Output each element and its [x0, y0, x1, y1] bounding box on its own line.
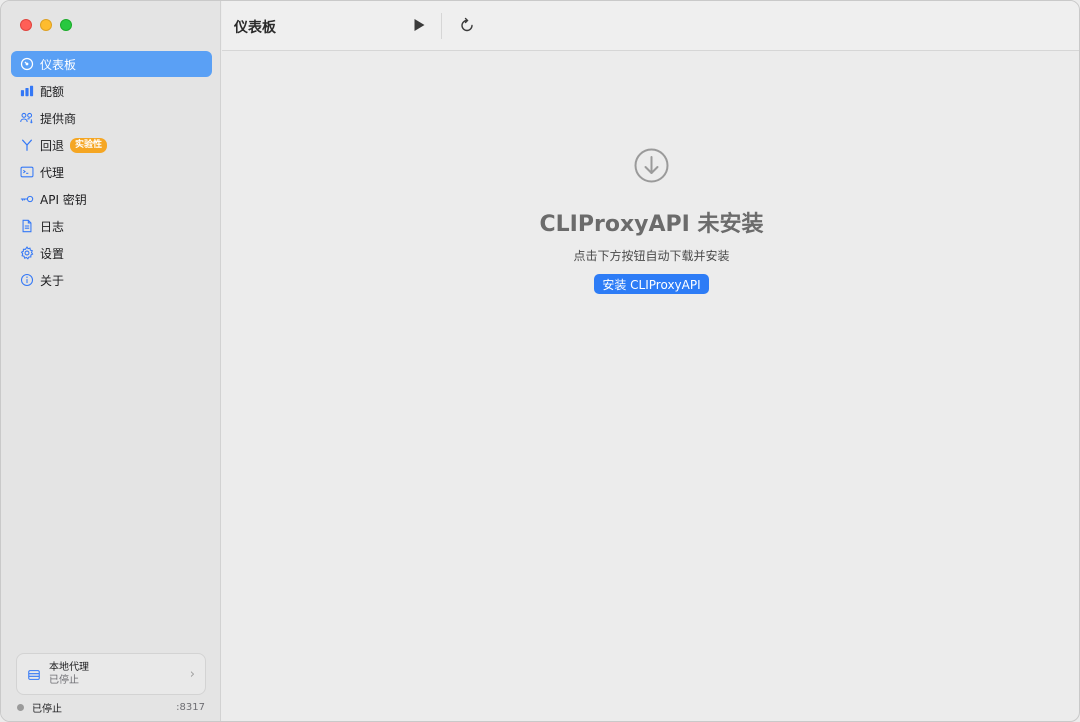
terminal-icon	[19, 164, 35, 180]
proxy-port: :8317	[176, 701, 205, 713]
not-installed-subtitle: 点击下方按钮自动下载并安装	[573, 249, 730, 263]
chevron-right-icon: ›	[189, 667, 195, 682]
sidebar-item-about[interactable]: 关于	[11, 267, 212, 293]
proxy-status-text: 已停止	[32, 703, 62, 715]
not-installed-title: CLIProxyAPI 未安装	[539, 212, 764, 237]
close-window-button[interactable]	[20, 19, 32, 31]
play-icon[interactable]	[410, 16, 428, 34]
page-title: 仪表板	[234, 20, 276, 36]
sidebar-item-label: 代理	[40, 165, 65, 180]
sidebar-item-dashboard[interactable]: 仪表板	[11, 51, 212, 77]
sidebar-item-label: 回退	[40, 138, 65, 153]
app-window: 仪表板 配额 提供商 回退 实验性 代理 API 密钥 日志 设置 关于 本地代…	[0, 0, 1080, 722]
minimize-window-button[interactable]	[40, 19, 52, 31]
document-icon	[19, 218, 35, 234]
gear-icon	[19, 245, 35, 261]
gauge-icon	[19, 56, 35, 72]
sidebar-nav: 仪表板 配额 提供商 回退 实验性 代理 API 密钥 日志 设置 关于	[11, 51, 212, 294]
server-icon	[27, 667, 41, 681]
key-icon	[19, 191, 35, 207]
sidebar-item-api-keys[interactable]: API 密钥	[11, 186, 212, 212]
sidebar: 仪表板 配额 提供商 回退 实验性 代理 API 密钥 日志 设置 关于 本地代…	[1, 1, 221, 721]
sidebar-item-logs[interactable]: 日志	[11, 213, 212, 239]
sidebar-item-providers[interactable]: 提供商	[11, 105, 212, 131]
toolbar: 仪表板	[222, 1, 1079, 51]
sidebar-item-label: 提供商	[40, 111, 77, 126]
sidebar-item-label: 关于	[40, 273, 65, 288]
bar-chart-icon	[19, 83, 35, 99]
sidebar-item-proxy[interactable]: 代理	[11, 159, 212, 185]
status-dot	[17, 703, 24, 711]
toolbar-divider	[441, 13, 442, 39]
sidebar-item-fallback[interactable]: 回退 实验性	[11, 132, 212, 158]
sidebar-item-label: 日志	[40, 219, 65, 234]
proxy-status-row: 已停止 :8317	[17, 700, 205, 715]
branch-icon	[19, 137, 35, 153]
window-controls	[20, 19, 72, 31]
proxy-card-status: 已停止	[49, 675, 79, 686]
local-proxy-card[interactable]: 本地代理 已停止 ›	[16, 653, 206, 695]
proxy-card-texts: 本地代理 已停止	[49, 661, 89, 687]
zoom-window-button[interactable]	[60, 19, 72, 31]
proxy-card-title: 本地代理	[49, 662, 89, 673]
sidebar-item-label: API 密钥	[40, 192, 87, 207]
people-icon	[19, 110, 35, 126]
install-button[interactable]: 安装 CLIProxyAPI	[594, 274, 709, 294]
refresh-icon[interactable]	[458, 16, 476, 34]
experimental-badge: 实验性	[70, 137, 108, 153]
info-icon	[19, 272, 35, 288]
sidebar-item-settings[interactable]: 设置	[11, 240, 212, 266]
download-icon	[633, 147, 670, 184]
sidebar-item-label: 配额	[40, 84, 65, 99]
sidebar-item-quota[interactable]: 配额	[11, 78, 212, 104]
sidebar-item-label: 仪表板	[40, 57, 77, 72]
main-content: CLIProxyAPI 未安装 点击下方按钮自动下载并安装 安装 CLIProx…	[222, 51, 1079, 721]
sidebar-item-label: 设置	[40, 246, 65, 261]
